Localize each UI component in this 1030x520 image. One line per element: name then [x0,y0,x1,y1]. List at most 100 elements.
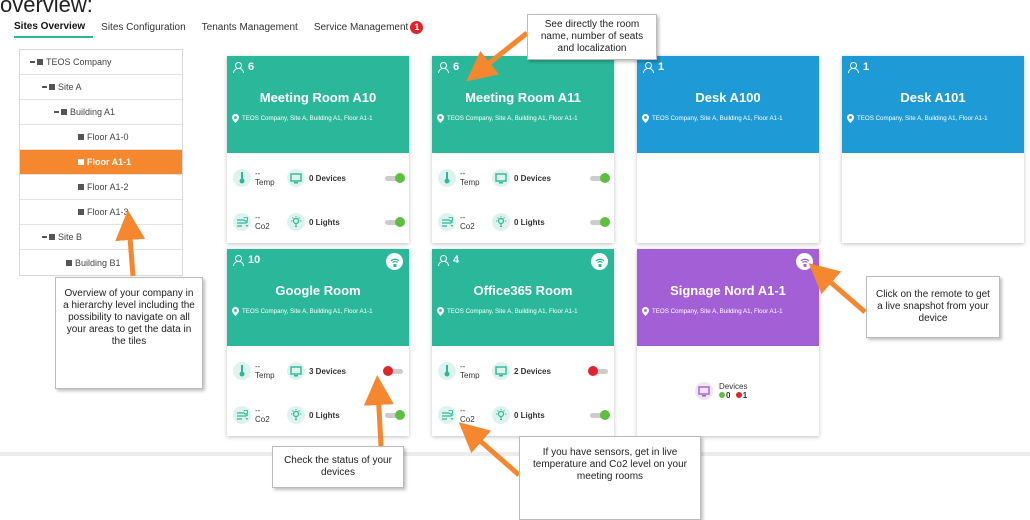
sensor-row-bottom: -- Co2 0 Lights [438,402,610,428]
room-tile-meeting-room-a11[interactable]: 6 Meeting Room A11 TEOS Company, Site A,… [432,56,614,243]
callout-status: Check the status of your devices [272,446,404,488]
light-bulb-icon [492,406,510,424]
monitor-icon [287,362,305,380]
offline-dot [735,392,742,398]
room-tile-desk-a101[interactable]: 1 Desk A101 TEOS Company, Site A, Buildi… [842,56,1024,243]
temperature-label: Temp [460,371,480,380]
tree-item-floor-a1-3[interactable]: Floor A1-3 [20,200,182,225]
site-hierarchy-tree: TEOS Company Site A Building A1 Floor A1… [19,49,183,276]
temperature-label: Temp [255,371,275,380]
location-text: TEOS Company, Site A, Building A1, Floor… [242,115,373,122]
remote-snapshot-icon[interactable] [796,253,813,270]
online-dot [719,392,725,398]
tile-header: 6 Meeting Room A11 TEOS Company, Site A,… [432,56,614,153]
tree-item-label: Building A1 [70,107,116,117]
location-pin-icon [642,307,649,316]
lights-status-toggle[interactable] [590,409,610,420]
seat-count: 1 [848,61,869,73]
room-name: Meeting Room A10 [259,90,377,105]
tree-item-teos-company[interactable]: TEOS Company [20,50,182,75]
offline-count: 1 [742,391,748,400]
tab-sites-configuration[interactable]: Sites Configuration [93,20,194,38]
location-pin-icon [232,307,239,316]
seat-count-value: 4 [453,254,460,266]
room-location: TEOS Company, Site A, Building A1, Floor… [847,114,1020,123]
co2-value: -- [460,213,466,222]
node-icon [37,59,43,65]
online-count: 0 [726,391,731,400]
lights-status-toggle[interactable] [385,216,405,227]
tree-item-building-a1[interactable]: Building A1 [20,100,182,125]
room-name: Google Room [275,283,361,298]
tab-label: Sites Configuration [101,22,186,33]
room-tile-office365-room[interactable]: 4 Office365 Room TEOS Company, Site A, B… [432,249,614,436]
devices-status-toggle[interactable] [588,365,608,376]
tree-item-label: Floor A1-2 [87,182,129,192]
seat-count-value: 6 [248,61,255,73]
toggle-knob [600,172,610,183]
toggle-knob [600,409,610,420]
location-text: TEOS Company, Site A, Building A1, Floor… [447,115,578,122]
collapse-icon[interactable] [42,86,47,88]
seat-count: 4 [438,254,459,266]
tab-label: Sites Overview [14,21,86,32]
tree-item-label: Floor A1-3 [87,207,129,217]
devices-status-toggle[interactable] [590,172,610,183]
lights-count: 0 Lights [309,217,340,227]
arrow-remote [808,263,867,314]
co2-label: Co2 [460,222,475,231]
node-icon [61,109,67,115]
monitor-icon [287,169,305,187]
temperature-value: -- [255,362,261,371]
devices-label: Devices [719,382,748,391]
lights-status-toggle[interactable] [385,409,405,420]
air-quality-icon [438,406,456,424]
tree-item-site-b[interactable]: Site B [20,225,182,250]
callout-hierarchy: Overview of your company in a hierarchy … [55,277,203,389]
tree-item-label: Site A [58,82,82,92]
remote-snapshot-icon[interactable] [591,253,608,270]
thermometer-icon [233,362,251,380]
devices-status-toggle[interactable] [385,172,405,183]
light-bulb-icon [492,213,510,231]
monitor-icon [492,362,510,380]
collapse-icon[interactable] [42,236,47,238]
lights-count: 0 Lights [309,410,340,420]
room-tile-signage-nord[interactable]: Signage Nord A1-1 TEOS Company, Site A, … [637,249,819,436]
devices-status-toggle[interactable] [383,365,403,376]
sensor-row-top: -- Temp 0 Devices [233,165,405,191]
collapse-icon[interactable] [54,111,59,113]
temperature-stat: -- Temp [460,169,492,187]
tree-item-floor-a1-1[interactable]: Floor A1-1 [20,150,182,175]
callout-sensors: If you have sensors, get in live tempera… [519,436,701,520]
lights-status-toggle[interactable] [590,216,610,227]
tree-item-site-a[interactable]: Site A [20,75,182,100]
room-location: TEOS Company, Site A, Building A1, Floor… [437,114,610,123]
node-icon [78,159,84,165]
tree-item-floor-a1-2[interactable]: Floor A1-2 [20,175,182,200]
temperature-value: -- [460,362,466,371]
room-tile-meeting-room-a10[interactable]: 6 Meeting Room A10 TEOS Company, Site A,… [227,56,409,243]
sensor-row-top: -- Temp 2 Devices [438,358,608,384]
devices-count: 0 Devices [514,173,551,183]
sensor-row-top: -- Temp 0 Devices [438,165,610,191]
person-icon [233,61,244,73]
tree-item-floor-a1-0[interactable]: Floor A1-0 [20,125,182,150]
tile-header: 10 Google Room TEOS Company, Site A, Bui… [227,249,409,346]
air-quality-icon [233,213,251,231]
room-location: TEOS Company, Site A, Building A1, Floor… [437,307,610,316]
room-tile-google-room[interactable]: 10 Google Room TEOS Company, Site A, Bui… [227,249,409,436]
tab-service-management[interactable]: Service Management 1 [306,20,432,38]
devices-count: 0 Devices [309,173,346,183]
room-tile-desk-a100[interactable]: 1 Desk A100 TEOS Company, Site A, Buildi… [637,56,819,243]
tree-item-building-b1[interactable]: Building B1 [20,250,182,275]
tree-item-label: TEOS Company [46,57,112,67]
tree-item-label: Site B [58,232,83,242]
tab-sites-overview[interactable]: Sites Overview [14,20,94,38]
tab-tenants-management[interactable]: Tenants Management [194,20,306,38]
remote-snapshot-icon[interactable] [386,253,403,270]
collapse-icon[interactable] [30,61,35,63]
person-icon [233,254,244,266]
toggle-knob [395,172,405,183]
node-icon [66,259,72,266]
